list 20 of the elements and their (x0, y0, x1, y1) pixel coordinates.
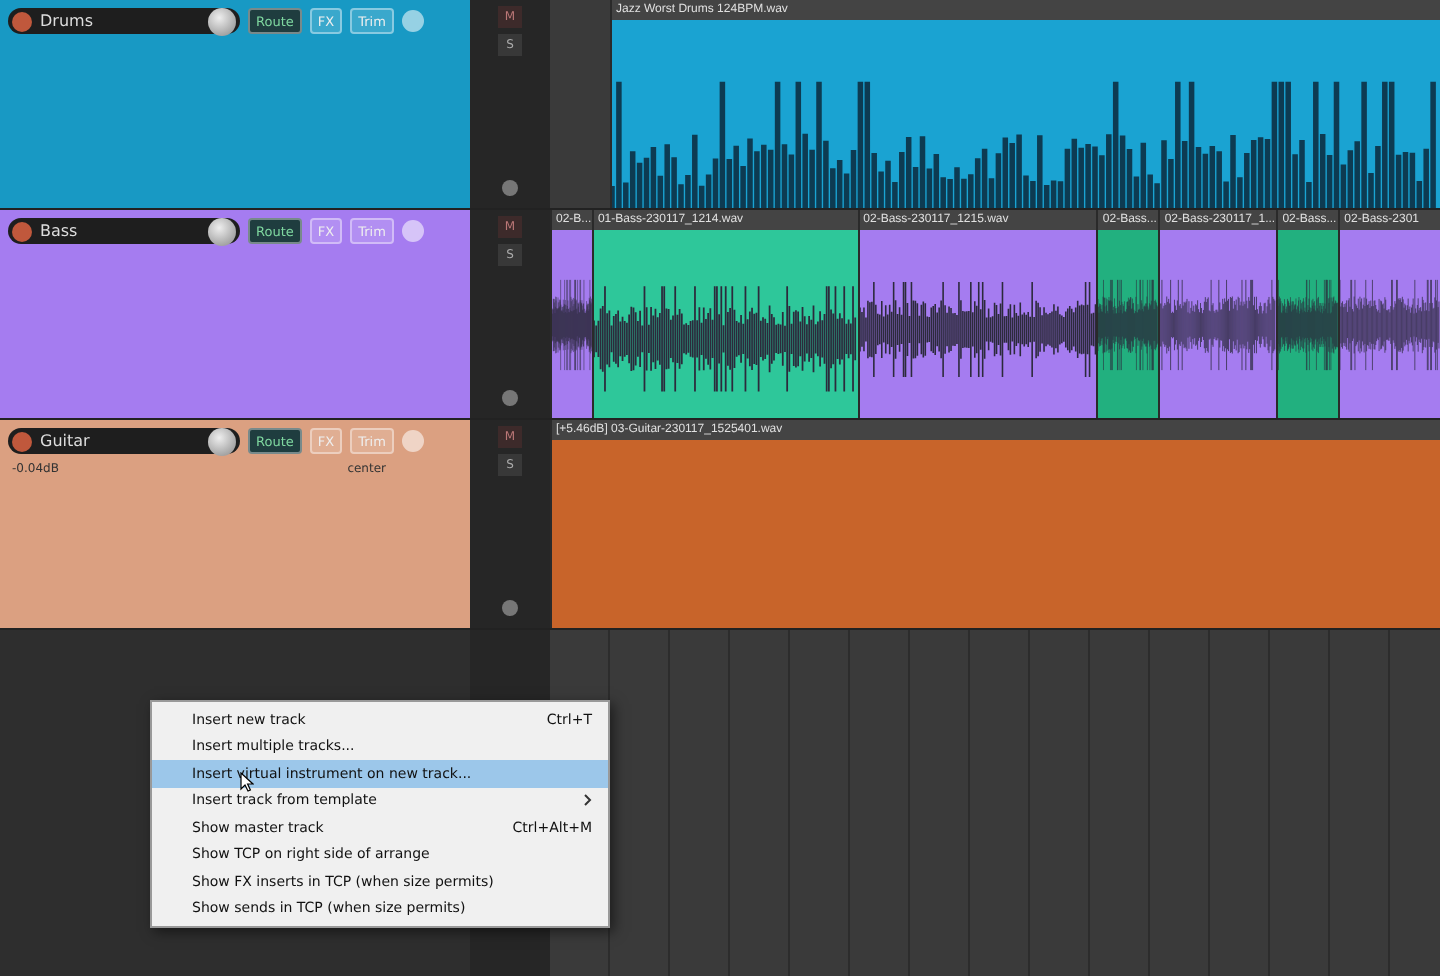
knob-icon[interactable] (502, 600, 518, 616)
knob-icon[interactable] (502, 180, 518, 196)
volume-knob[interactable] (208, 217, 236, 245)
media-item[interactable] (593, 230, 858, 418)
track-name-field[interactable]: Drums (8, 8, 240, 34)
record-arm-icon[interactable] (12, 431, 32, 451)
media-item[interactable] (1278, 230, 1339, 418)
media-item[interactable] (1098, 230, 1159, 418)
volume-knob[interactable] (208, 427, 236, 455)
media-item[interactable] (1340, 230, 1440, 418)
media-item[interactable] (552, 230, 592, 418)
record-arm-icon[interactable] (12, 221, 32, 241)
chevron-right-icon (584, 794, 592, 807)
record-arm-icon[interactable] (12, 11, 32, 31)
volume-knob[interactable] (208, 7, 236, 35)
media-item[interactable] (859, 230, 1097, 418)
media-item[interactable] (1160, 230, 1277, 418)
knob-icon[interactable] (502, 390, 518, 406)
track-name-field[interactable]: Bass (8, 218, 240, 244)
track-name-field[interactable]: Guitar (8, 428, 240, 454)
